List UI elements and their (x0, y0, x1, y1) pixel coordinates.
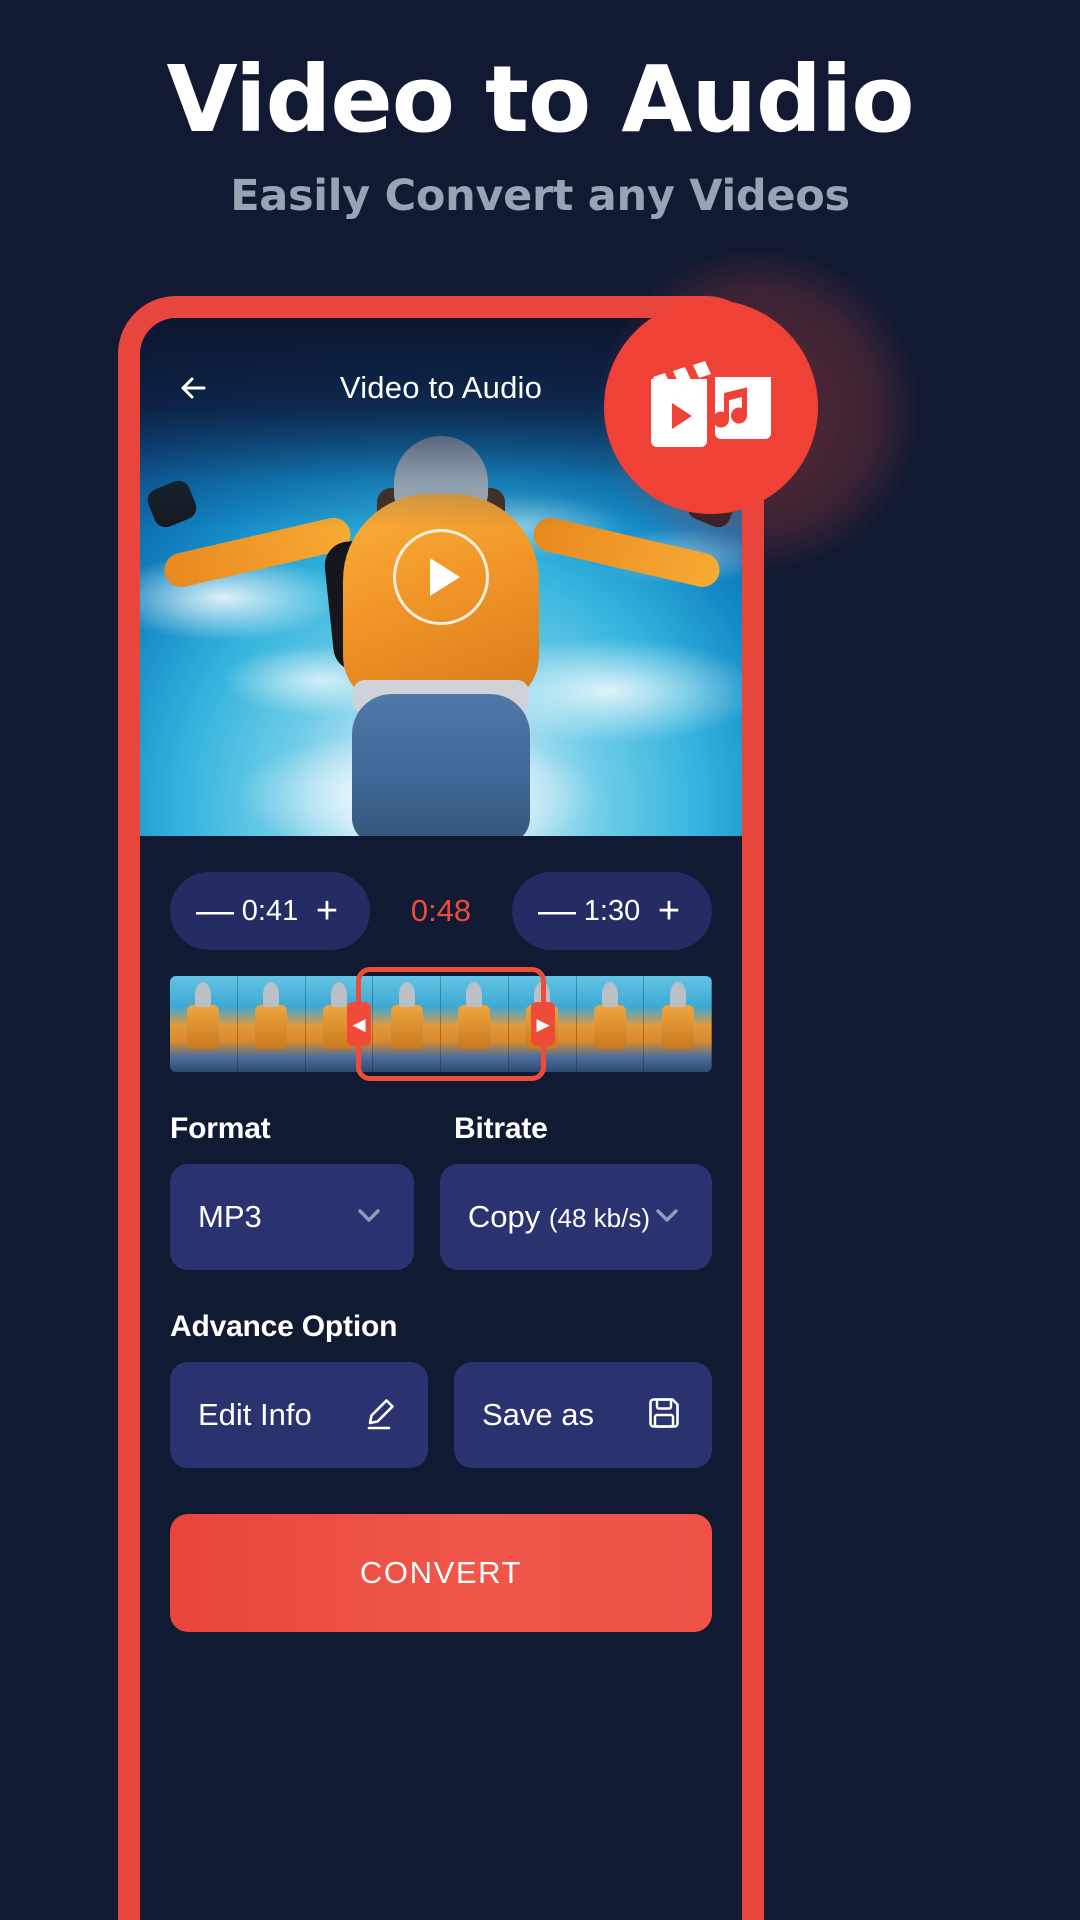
format-select[interactable]: MP3 (170, 1164, 414, 1270)
end-plus-button[interactable]: + (652, 892, 686, 930)
format-value: MP3 (198, 1199, 262, 1234)
app-screen: Video to Audio — 0:41 + 0:48 — 1:30 + ◀ … (140, 318, 742, 1920)
trim-time-row: — 0:41 + 0:48 — 1:30 + (170, 872, 712, 950)
trim-handle-right-icon[interactable]: ▶ (531, 1002, 555, 1046)
end-minus-button[interactable]: — (538, 892, 576, 930)
back-arrow-icon[interactable] (174, 365, 220, 411)
page-subtitle: Easily Convert any Videos (230, 170, 850, 221)
app-badge (604, 300, 818, 514)
current-time-label: 0:48 (410, 893, 472, 928)
controls-panel: — 0:41 + 0:48 — 1:30 + ◀ ▶ Format Bitrat… (140, 836, 742, 1920)
filmstrip-frame (237, 976, 306, 1072)
bitrate-value: Copy (48 kb/s) (468, 1199, 650, 1235)
bitrate-value-main: Copy (467, 1199, 541, 1234)
save-as-button[interactable]: Save as (454, 1362, 712, 1468)
format-bitrate-selects: MP3 Copy (48 kb/s) (170, 1164, 712, 1270)
play-icon[interactable] (393, 529, 489, 625)
app-bar-title: Video to Audio (339, 370, 543, 405)
edit-info-label: Edit Info (198, 1397, 312, 1432)
floppy-disk-icon (644, 1393, 684, 1438)
video-to-audio-icon (647, 355, 775, 460)
advance-option-actions: Edit Info Save as (170, 1362, 712, 1468)
filmstrip-frame (644, 976, 712, 1072)
play-triangle (430, 558, 460, 596)
format-label: Format (170, 1112, 271, 1145)
start-time-value: 0:41 (241, 894, 299, 927)
bitrate-select[interactable]: Copy (48 kb/s) (439, 1164, 712, 1270)
filmstrip-frame (170, 976, 238, 1072)
bitrate-value-sub: (48 kb/s) (548, 1203, 650, 1233)
promo-header: Video to Audio Easily Convert any Videos (0, 0, 1080, 221)
chevron-down-icon[interactable] (352, 1198, 386, 1237)
start-plus-button[interactable]: + (310, 892, 344, 930)
convert-button[interactable]: CONVERT (170, 1514, 712, 1632)
video-timeline[interactable]: ◀ ▶ (170, 967, 712, 1081)
filmstrip-frame (576, 976, 645, 1072)
chevron-down-icon[interactable] (650, 1198, 684, 1237)
end-time-stepper[interactable]: — 1:30 + (512, 872, 712, 950)
trim-handle-left-icon[interactable]: ◀ (347, 1002, 371, 1046)
start-time-stepper[interactable]: — 0:41 + (170, 872, 370, 950)
format-bitrate-labels: Format Bitrate (170, 1112, 712, 1146)
bitrate-label: Bitrate (454, 1112, 548, 1145)
trim-selection-window[interactable]: ◀ ▶ (347, 967, 555, 1081)
page-title: Video to Audio (166, 46, 914, 153)
start-minus-button[interactable]: — (196, 892, 234, 930)
end-time-value: 1:30 (583, 894, 641, 927)
save-as-label: Save as (482, 1397, 595, 1432)
advance-option-label: Advance Option (170, 1310, 398, 1343)
edit-info-button[interactable]: Edit Info (170, 1362, 428, 1468)
pencil-icon (360, 1393, 400, 1438)
